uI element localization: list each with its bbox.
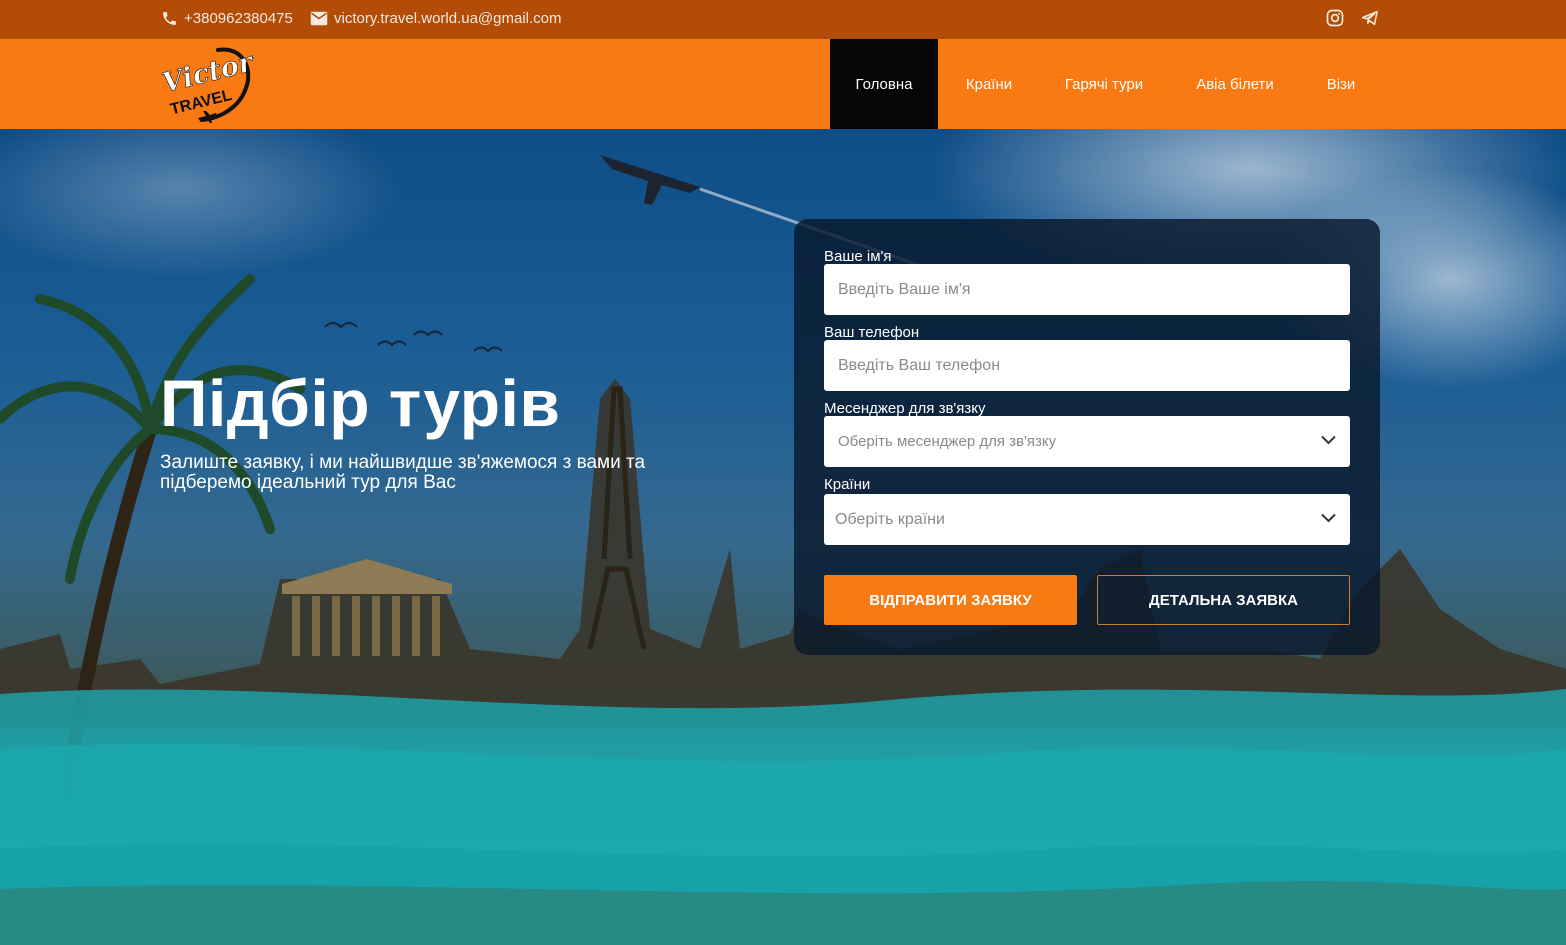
email-contact[interactable]: victory.travel.world.ua@gmail.com	[310, 10, 562, 27]
email-address[interactable]: victory.travel.world.ua@gmail.com	[334, 10, 562, 27]
nav-item-home[interactable]: Головна	[830, 39, 938, 129]
name-label: Ваше ім'я	[824, 248, 892, 265]
svg-text:Victory: Victory	[159, 44, 254, 99]
countries-select-value: Оберіть країни	[835, 510, 945, 528]
mail-icon	[310, 11, 328, 26]
telegram-icon[interactable]	[1361, 9, 1379, 27]
messenger-select[interactable]: Оберіть месенджер для зв'язку	[824, 416, 1350, 467]
nav-item-air-tickets[interactable]: Авіа білети	[1168, 39, 1302, 129]
messenger-select-value: Оберіть месенджер для зв'язку	[838, 433, 1057, 450]
hero-title: Підбір турів	[160, 366, 561, 440]
nav-item-countries[interactable]: Країни	[938, 39, 1040, 129]
instagram-icon[interactable]	[1326, 9, 1344, 27]
main-navigation: Головна Країни Гарячі тури Авіа білети В…	[830, 39, 1380, 129]
victory-travel-logo[interactable]: Victory TRAVEL	[158, 44, 254, 126]
chevron-down-icon	[1321, 435, 1336, 445]
top-contact-bar: +380962380475 victory.travel.world.ua@gm…	[0, 0, 1566, 39]
messenger-label: Месенджер для зв'язку	[824, 400, 986, 417]
tour-request-form: Ваше ім'я Ваш телефон Месенджер для зв'я…	[794, 219, 1380, 655]
phone-number[interactable]: +380962380475	[184, 10, 293, 27]
detailed-request-button[interactable]: ДЕТАЛЬНА ЗАЯВКА	[1097, 575, 1350, 625]
phone-input[interactable]	[824, 340, 1350, 391]
nav-item-visas[interactable]: Візи	[1302, 39, 1380, 129]
hero-subtitle: Залиште заявку, і ми найшвидше зв'яжемос…	[160, 452, 646, 493]
site-header: Victory TRAVEL Головна Країни Гарячі тур…	[0, 39, 1566, 129]
submit-request-button[interactable]: ВІДПРАВИТИ ЗАЯВКУ	[824, 575, 1077, 625]
chevron-down-icon	[1321, 513, 1336, 523]
countries-select[interactable]: Оберіть країни	[824, 494, 1350, 545]
name-input[interactable]	[824, 264, 1350, 315]
countries-label: Країни	[824, 476, 871, 493]
hero-section: Підбір турів Залиште заявку, і ми найшви…	[0, 129, 1566, 945]
phone-icon	[163, 12, 176, 25]
nav-item-hot-tours[interactable]: Гарячі тури	[1040, 39, 1168, 129]
phone-label: Ваш телефон	[824, 324, 920, 341]
phone-contact[interactable]: +380962380475	[161, 10, 293, 27]
